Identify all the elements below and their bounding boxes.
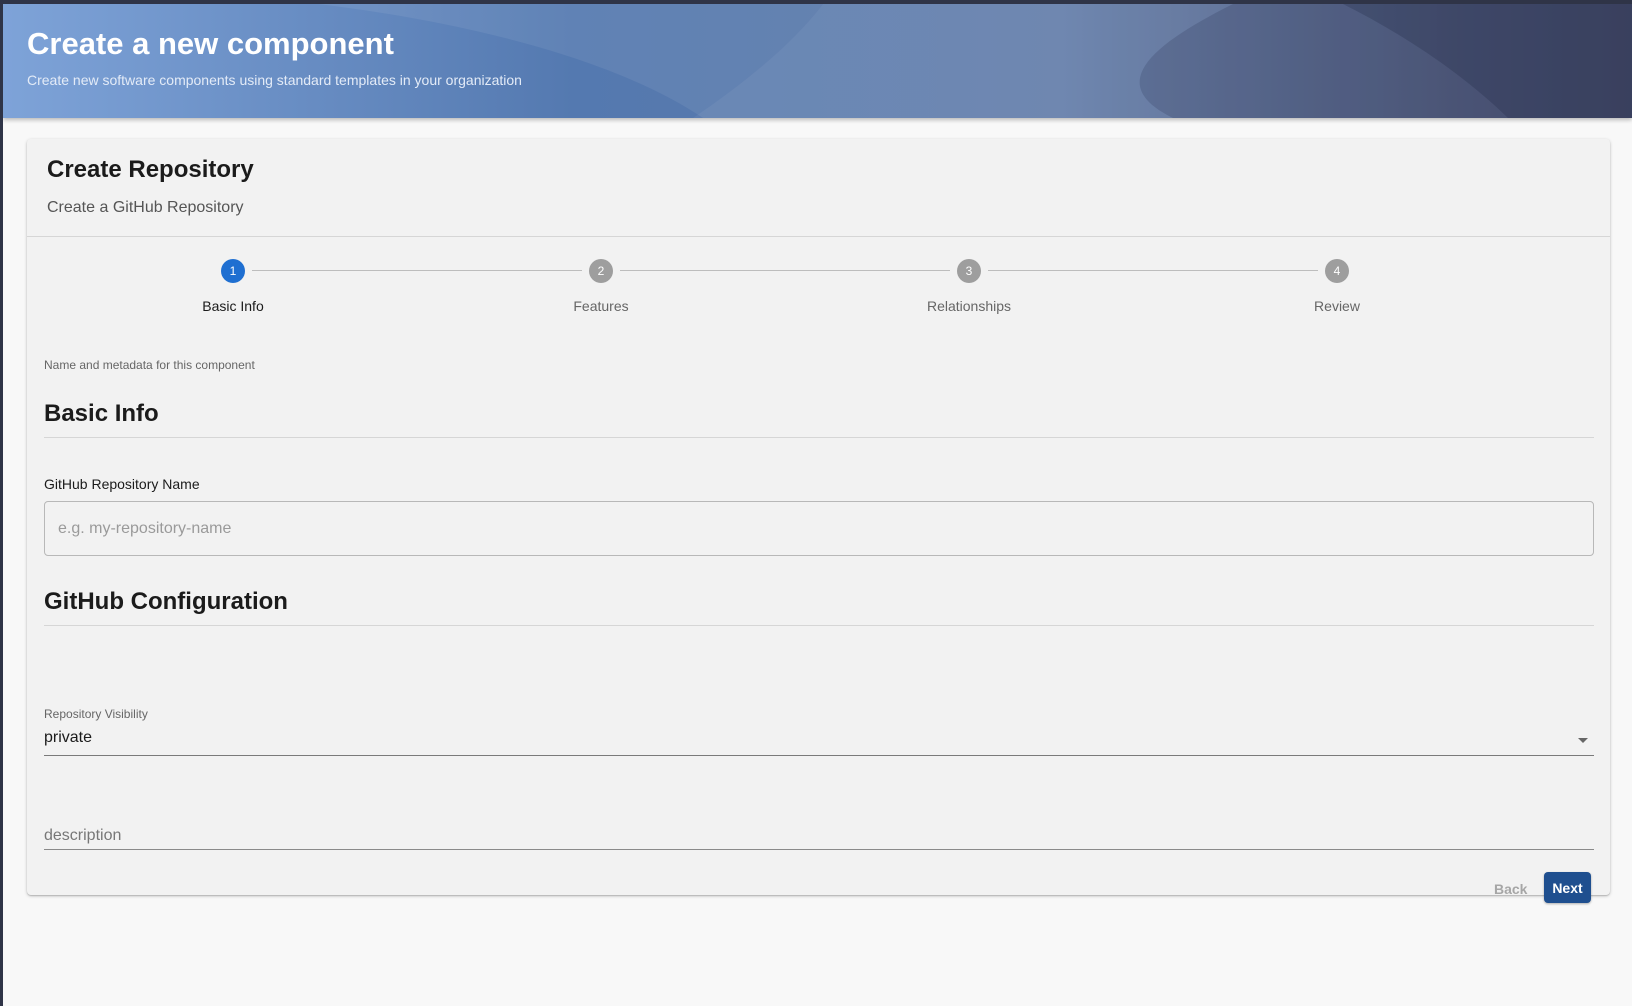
next-button[interactable]: Next	[1544, 872, 1591, 903]
step-review[interactable]: 4 Review	[1237, 259, 1437, 314]
step-label: Review	[1314, 298, 1360, 314]
app-frame: Create a new component Create new softwa…	[3, 4, 1632, 1006]
page-header: Create a new component Create new softwa…	[3, 4, 1632, 118]
card-title: Create Repository	[47, 156, 254, 183]
card-subtitle: Create a GitHub Repository	[47, 199, 244, 216]
caret-down-icon	[1578, 738, 1588, 743]
step-relationships[interactable]: 3 Relationships	[869, 259, 1069, 314]
visibility-value: private	[44, 729, 93, 746]
section-divider	[44, 437, 1594, 438]
visibility-select[interactable]: private	[44, 727, 1594, 756]
step-number-icon: 3	[957, 259, 981, 283]
description-field[interactable]: description	[44, 817, 1594, 850]
repo-name-label: GitHub Repository Name	[44, 476, 200, 492]
section-title-github-configuration: GitHub Configuration	[44, 588, 288, 615]
page-title: Create a new component	[27, 26, 394, 61]
step-label: Features	[573, 298, 629, 314]
step-number-icon: 2	[589, 259, 613, 283]
card-divider	[27, 236, 1610, 237]
step-label: Relationships	[926, 298, 1012, 314]
step-description: Name and metadata for this component	[44, 358, 255, 372]
description-placeholder: description	[44, 827, 122, 844]
section-divider	[44, 625, 1594, 626]
step-label: Basic Info	[202, 298, 264, 314]
page-subtitle: Create new software components using sta…	[27, 72, 522, 88]
step-number-icon: 4	[1325, 259, 1349, 283]
section-title-basic-info: Basic Info	[44, 400, 159, 427]
back-button[interactable]: Back	[1494, 881, 1527, 897]
step-number-icon: 1	[221, 259, 245, 283]
create-repository-card: Create Repository Create a GitHub Reposi…	[27, 139, 1610, 903]
step-basic-info[interactable]: 1 Basic Info	[133, 259, 333, 314]
repo-name-input[interactable]	[44, 501, 1594, 556]
step-features[interactable]: 2 Features	[501, 259, 701, 314]
visibility-label: Repository Visibility	[44, 707, 148, 721]
